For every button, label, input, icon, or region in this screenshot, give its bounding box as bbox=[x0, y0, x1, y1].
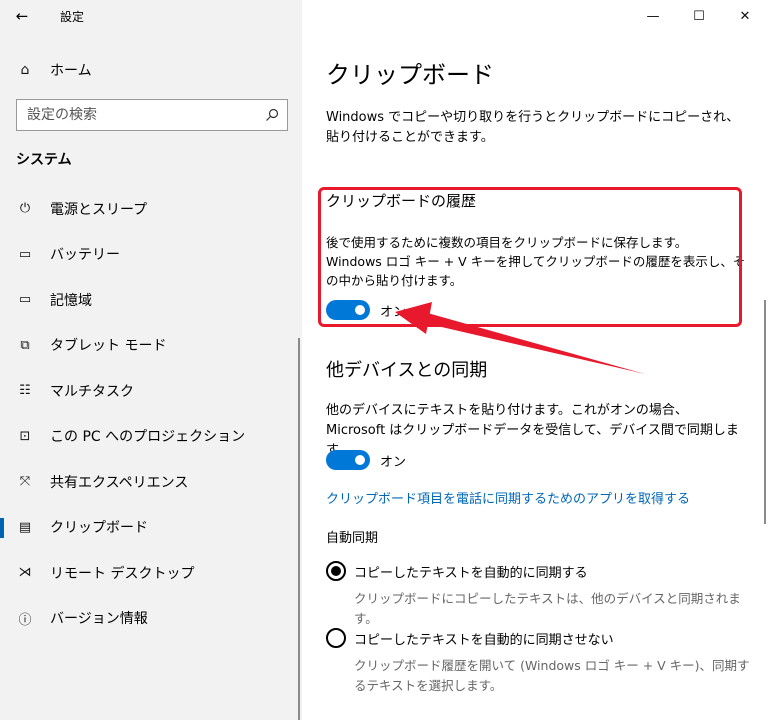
sidebar-item-label: 共有エクスペリエンス bbox=[50, 474, 189, 491]
history-toggle[interactable] bbox=[326, 300, 370, 320]
titlebar-left: ← 設定 bbox=[0, 0, 302, 32]
sidebar-item-about[interactable]: ⓘ バージョン情報 bbox=[0, 596, 302, 642]
sidebar-item-label: タブレット モード bbox=[50, 338, 167, 355]
sidebar-item-label: 記憶域 bbox=[50, 292, 92, 309]
info-icon: ⓘ bbox=[18, 612, 32, 628]
sync-toggle-label: オン bbox=[380, 454, 407, 470]
history-toggle-row[interactable]: オン bbox=[326, 300, 406, 320]
auto-sync-title: 自動同期 bbox=[326, 531, 379, 546]
app-title: 設定 bbox=[60, 9, 85, 24]
radio-button[interactable] bbox=[326, 628, 346, 648]
radio-auto-sync[interactable]: コピーしたテキストを自動的に同期する bbox=[326, 561, 588, 581]
search-box bbox=[16, 99, 288, 131]
sidebar-item-power[interactable]: ⏻ 電源とスリープ bbox=[0, 186, 302, 232]
get-phone-app-link[interactable]: クリップボード項目を電話に同期するためのアプリを取得する bbox=[326, 488, 690, 507]
minimize-icon: — bbox=[646, 8, 660, 24]
sidebar-item-remote-desktop[interactable]: ⋊ リモート デスクトップ bbox=[0, 550, 302, 596]
history-title: クリップボードの履歴 bbox=[326, 192, 477, 210]
sidebar-item-label: リモート デスクトップ bbox=[50, 565, 195, 582]
radio-button-selected[interactable] bbox=[326, 561, 346, 581]
page-description: Windows でコピーや切り取りを行うとクリップボードにコピーされ、貼り付ける… bbox=[326, 110, 740, 145]
search-icon[interactable] bbox=[257, 108, 287, 122]
back-arrow-icon: ← bbox=[15, 7, 29, 25]
battery-icon: ▭ bbox=[18, 246, 32, 262]
history-description-1: 後で使用するために複数の項目をクリップボードに保存します。 bbox=[326, 235, 688, 250]
toggle-knob bbox=[355, 455, 365, 465]
sidebar-item-label: バッテリー bbox=[50, 247, 120, 264]
radio-no-auto-sync[interactable]: コピーしたテキストを自動的に同期させない bbox=[326, 628, 614, 648]
sidebar-item-shared-experience[interactable]: ⤧ 共有エクスペリエンス bbox=[0, 459, 302, 505]
close-button[interactable]: ✕ bbox=[722, 0, 768, 32]
multitask-icon: ☷ bbox=[19, 383, 31, 399]
main-scrollbar[interactable] bbox=[764, 300, 766, 524]
window-controls: — ☐ ✕ bbox=[630, 0, 768, 32]
sidebar-item-clipboard[interactable]: ▤ クリップボード bbox=[0, 505, 302, 551]
clipboard-icon: ▤ bbox=[18, 519, 32, 535]
radio-label: コピーしたテキストを自動的に同期する bbox=[354, 565, 588, 581]
radio-label: コピーしたテキストを自動的に同期させない bbox=[354, 632, 614, 648]
sync-title: 他デバイスとの同期 bbox=[326, 360, 488, 381]
nav-list: ⏻ 電源とスリープ ▭ バッテリー ▭ 記憶域 ⧉ タブレット モード ☷ マル… bbox=[0, 186, 302, 641]
minimize-button[interactable]: — bbox=[630, 0, 676, 32]
sidebar-item-label: マルチタスク bbox=[50, 383, 134, 400]
shared-experience-icon: ⤧ bbox=[19, 474, 31, 490]
sync-toggle-row[interactable]: オン bbox=[326, 450, 406, 470]
sidebar: ← 設定 ⌂ ホーム システム ⏻ 電源とスリープ ▭ バッテリー ▭ 記憶域 … bbox=[0, 0, 302, 720]
sidebar-item-label: ホーム bbox=[50, 63, 92, 79]
sidebar-item-storage[interactable]: ▭ 記憶域 bbox=[0, 277, 302, 323]
section-title: システム bbox=[16, 152, 72, 168]
sidebar-item-label: この PC へのプロジェクション bbox=[50, 429, 246, 446]
remote-desktop-icon: ⋊ bbox=[18, 565, 32, 581]
sidebar-scrollbar[interactable] bbox=[298, 338, 300, 720]
power-icon: ⏻ bbox=[19, 201, 31, 217]
sidebar-item-label: バージョン情報 bbox=[50, 611, 148, 628]
history-toggle-label: オン bbox=[380, 304, 407, 320]
sidebar-item-battery[interactable]: ▭ バッテリー bbox=[0, 232, 302, 278]
search-input[interactable] bbox=[17, 107, 257, 123]
tablet-mode-icon: ⧉ bbox=[20, 337, 30, 353]
radio-sub-text: クリップボード履歴を開いて (Windows ロゴ キー + V キー)、同期す… bbox=[354, 658, 750, 693]
radio-dot bbox=[331, 566, 341, 576]
maximize-icon: ☐ bbox=[693, 8, 705, 24]
toggle-knob bbox=[355, 305, 365, 315]
back-button[interactable]: ← bbox=[0, 0, 44, 32]
sidebar-item-projection[interactable]: ⊡ この PC へのプロジェクション bbox=[0, 414, 302, 460]
sidebar-item-label: 電源とスリープ bbox=[50, 201, 148, 218]
sidebar-item-multitask[interactable]: ☷ マルチタスク bbox=[0, 368, 302, 414]
home-icon: ⌂ bbox=[20, 62, 30, 78]
storage-icon: ▭ bbox=[18, 292, 32, 308]
sidebar-item-tablet-mode[interactable]: ⧉ タブレット モード bbox=[0, 323, 302, 369]
maximize-button[interactable]: ☐ bbox=[676, 0, 722, 32]
history-description-2: Windows ロゴ キー + V キーを押してクリップボードの履歴を表示し、そ… bbox=[326, 254, 746, 288]
projection-icon: ⊡ bbox=[19, 428, 31, 444]
page-title: クリップボード bbox=[326, 61, 494, 89]
close-icon: ✕ bbox=[739, 8, 751, 24]
sidebar-item-home[interactable]: ⌂ ホーム bbox=[0, 52, 302, 88]
sync-toggle[interactable] bbox=[326, 450, 370, 470]
radio-sub-text: クリップボードにコピーしたテキストは、他のデバイスと同期されます。 bbox=[354, 591, 741, 626]
sidebar-item-label: クリップボード bbox=[50, 520, 148, 537]
